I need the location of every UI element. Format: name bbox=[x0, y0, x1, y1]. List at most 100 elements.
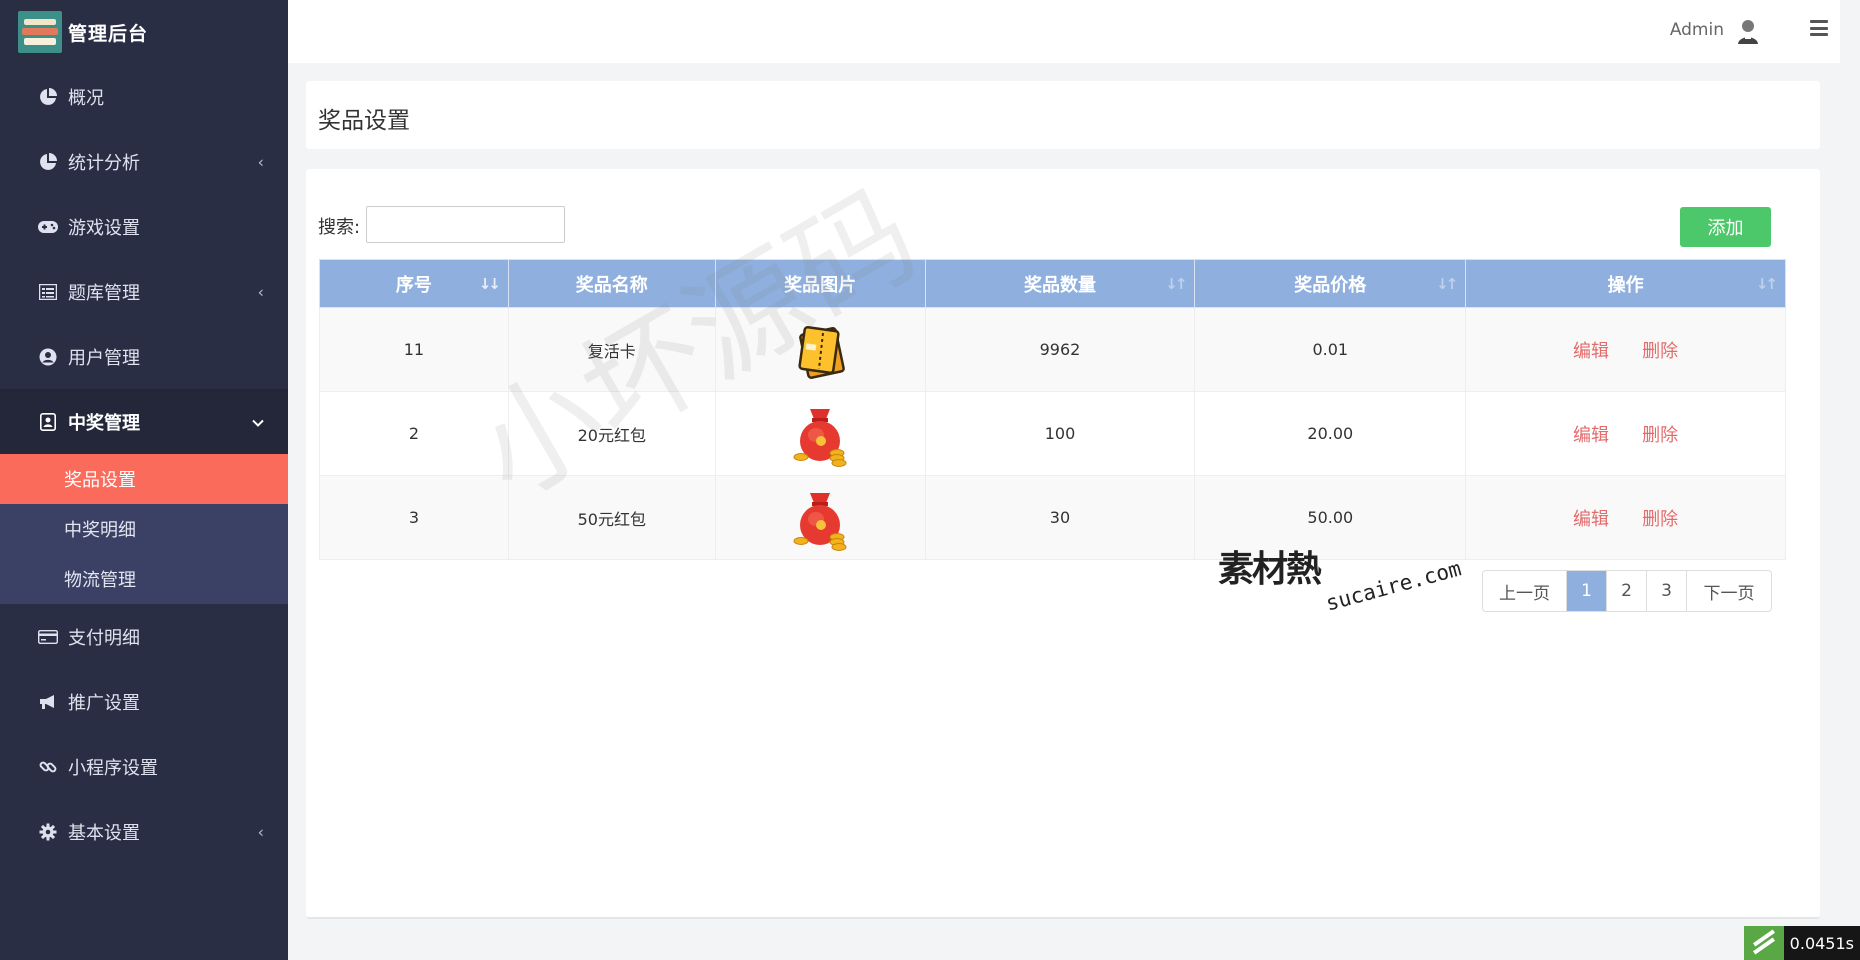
table-row: 11 复活卡 9962 0.01 编辑 删除 bbox=[319, 307, 1786, 392]
column-header-label: 序号 bbox=[395, 274, 432, 296]
search-input[interactable] bbox=[366, 206, 565, 243]
column-header-actions[interactable]: 操作 ↓↑ bbox=[1465, 259, 1786, 308]
edit-link[interactable]: 编辑 bbox=[1573, 341, 1609, 362]
sidebar-menu: 概况 统计分析 ‹ 游戏设置 题库管理 ‹ 用户管理 中奖管理 奖品设置 中奖明… bbox=[0, 64, 288, 864]
cell-name: 复活卡 bbox=[507, 307, 716, 392]
page-load-timer: 0.0451s bbox=[1743, 926, 1860, 960]
badge-icon bbox=[38, 412, 58, 432]
timer-value: 0.0451s bbox=[1789, 933, 1854, 953]
sidebar-item-basic-settings[interactable]: 基本设置 ‹ bbox=[0, 799, 288, 864]
sidebar-item-statistics[interactable]: 统计分析 ‹ bbox=[0, 129, 288, 194]
sidebar-item-users[interactable]: 用户管理 bbox=[0, 324, 288, 389]
page-number-3[interactable]: 3 bbox=[1647, 571, 1687, 611]
sidebar-item-label: 概况 bbox=[68, 87, 104, 109]
list-icon bbox=[38, 282, 58, 302]
prize-list-panel: 搜索: 添加 序号 ↓↓ 奖品名称 奖品图片 奖品数量 ↓↑ 奖品价格 ↓↑ 操作 ↓↑… bbox=[306, 169, 1820, 919]
site-logo-cn: 素材熱 bbox=[1218, 549, 1322, 590]
cell-image bbox=[714, 307, 926, 392]
sidebar-item-label: 奖品设置 bbox=[64, 470, 136, 491]
credit-card-icon bbox=[38, 627, 58, 647]
sort-icon: ↓↑ bbox=[1755, 274, 1778, 293]
column-header-name: 奖品名称 bbox=[507, 259, 716, 308]
app-title: 管理后台 bbox=[68, 22, 149, 45]
cell-actions: 编辑 删除 bbox=[1465, 307, 1786, 392]
sidebar-item-label: 推广设置 bbox=[68, 692, 140, 714]
topbar: Admin bbox=[288, 0, 1840, 63]
sidebar-item-label: 支付明细 bbox=[68, 627, 140, 649]
cell-id: 3 bbox=[319, 475, 509, 560]
site-watermark-logo: 素材熱 sucaire.com bbox=[1218, 540, 1464, 616]
search-label: 搜索: bbox=[318, 217, 361, 238]
cell-image bbox=[714, 475, 926, 560]
scrollbar[interactable] bbox=[1840, 0, 1860, 960]
sidebar-item-label: 统计分析 bbox=[68, 152, 140, 174]
column-header-id[interactable]: 序号 ↓↓ bbox=[319, 259, 509, 308]
sidebar-item-label: 题库管理 bbox=[68, 282, 140, 304]
column-header-image: 奖品图片 bbox=[714, 259, 926, 308]
ticket-card-image bbox=[790, 317, 850, 383]
sort-icon: ↓↑ bbox=[1436, 274, 1458, 293]
cell-actions: 编辑 删除 bbox=[1465, 475, 1786, 560]
brand[interactable]: 管理后台 bbox=[0, 0, 288, 64]
sidebar-item-label: 游戏设置 bbox=[68, 217, 140, 239]
column-header-label: 操作 bbox=[1607, 274, 1644, 296]
sidebar-item-payments[interactable]: 支付明细 bbox=[0, 604, 288, 669]
cell-price: 20.00 bbox=[1194, 391, 1467, 476]
column-header-price[interactable]: 奖品价格 ↓↑ bbox=[1194, 259, 1467, 308]
sidebar-item-prizes[interactable]: 中奖管理 bbox=[0, 389, 288, 454]
sidebar-item-game-settings[interactable]: 游戏设置 bbox=[0, 194, 288, 259]
delete-link[interactable]: 删除 bbox=[1642, 425, 1678, 446]
delete-link[interactable]: 删除 bbox=[1642, 509, 1678, 530]
add-button[interactable]: 添加 bbox=[1680, 207, 1771, 247]
delete-link[interactable]: 删除 bbox=[1642, 341, 1678, 362]
page-header: 奖品设置 bbox=[306, 81, 1820, 149]
table-row: 2 20元红包 100 20.00 编辑 删除 bbox=[319, 391, 1786, 476]
prev-page-button[interactable]: 上一页 bbox=[1483, 571, 1567, 611]
chevron-left-icon: ‹ bbox=[257, 822, 264, 841]
avatar[interactable] bbox=[1736, 18, 1760, 44]
leaf-logo-icon bbox=[1743, 926, 1784, 960]
sidebar-subitem-winning-details[interactable]: 中奖明细 bbox=[0, 504, 288, 554]
pie-chart-icon bbox=[38, 87, 58, 107]
page-title: 奖品设置 bbox=[318, 108, 410, 134]
prizes-submenu: 奖品设置 中奖明细 物流管理 bbox=[0, 454, 288, 604]
sidebar-item-promotion[interactable]: 推广设置 bbox=[0, 669, 288, 734]
sidebar-item-label: 小程序设置 bbox=[68, 757, 158, 779]
chevron-left-icon: ‹ bbox=[257, 282, 264, 301]
red-money-bag-image bbox=[790, 485, 850, 551]
sidebar-item-label: 中奖明细 bbox=[64, 520, 136, 541]
chevron-left-icon: ‹ bbox=[257, 152, 264, 171]
edit-link[interactable]: 编辑 bbox=[1573, 425, 1609, 446]
sidebar-item-label: 中奖管理 bbox=[68, 412, 140, 434]
edit-link[interactable]: 编辑 bbox=[1573, 509, 1609, 530]
sort-desc-icon: ↓↓ bbox=[478, 274, 501, 293]
cell-name: 50元红包 bbox=[507, 475, 716, 560]
books-logo-icon bbox=[18, 11, 62, 53]
sidebar-item-label: 基本设置 bbox=[68, 822, 140, 844]
column-header-quantity[interactable]: 奖品数量 ↓↑ bbox=[924, 259, 1196, 308]
cell-name: 20元红包 bbox=[507, 391, 716, 476]
table-row: 3 50元红包 30 50.00 编辑 删除 bbox=[319, 475, 1786, 560]
sidebar-item-overview[interactable]: 概况 bbox=[0, 64, 288, 129]
red-money-bag-image bbox=[790, 401, 850, 467]
cell-price: 0.01 bbox=[1194, 307, 1467, 392]
table-header-row: 序号 ↓↓ 奖品名称 奖品图片 奖品数量 ↓↑ 奖品价格 ↓↑ 操作 ↓↑ bbox=[319, 259, 1786, 308]
menu-toggle-icon[interactable] bbox=[1810, 20, 1828, 36]
cell-quantity: 100 bbox=[924, 391, 1196, 476]
cell-quantity: 30 bbox=[924, 475, 1196, 560]
cell-id: 11 bbox=[319, 307, 509, 392]
sidebar-item-question-bank[interactable]: 题库管理 ‹ bbox=[0, 259, 288, 324]
page-number-1[interactable]: 1 bbox=[1567, 571, 1607, 611]
chevron-down-icon bbox=[252, 412, 264, 431]
sort-icon: ↓↑ bbox=[1165, 274, 1187, 293]
sidebar-subitem-prize-settings[interactable]: 奖品设置 bbox=[0, 454, 288, 504]
user-name[interactable]: Admin bbox=[1670, 20, 1724, 40]
cell-actions: 编辑 删除 bbox=[1465, 391, 1786, 476]
sidebar-item-miniprogram[interactable]: 小程序设置 bbox=[0, 734, 288, 799]
sidebar-subitem-logistics[interactable]: 物流管理 bbox=[0, 554, 288, 604]
gamepad-icon bbox=[38, 217, 58, 237]
page-number-2[interactable]: 2 bbox=[1607, 571, 1647, 611]
sidebar-item-label: 物流管理 bbox=[64, 570, 136, 591]
next-page-button[interactable]: 下一页 bbox=[1687, 571, 1771, 611]
user-circle-icon bbox=[38, 347, 58, 367]
